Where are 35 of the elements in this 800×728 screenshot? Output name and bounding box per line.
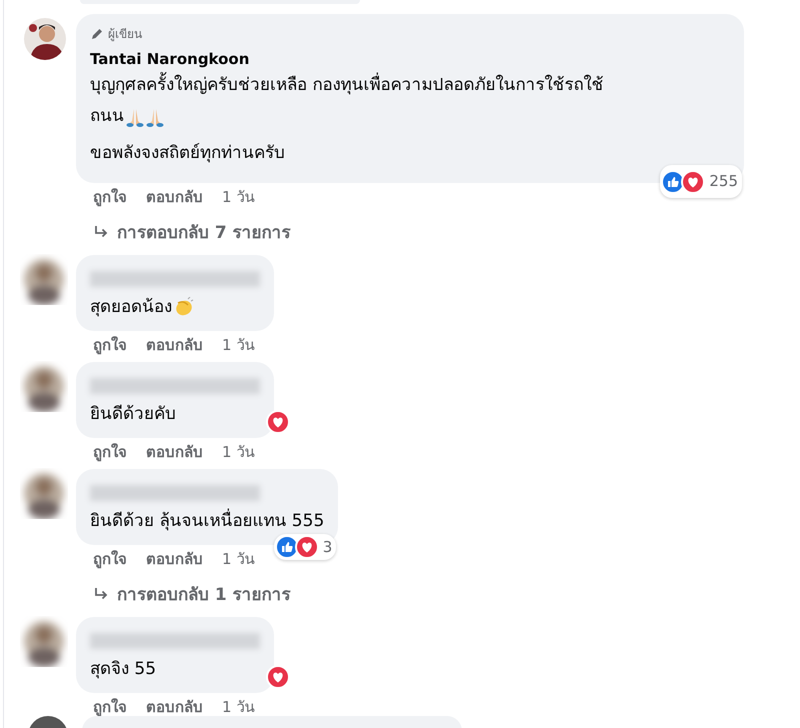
timestamp: 1 วัน xyxy=(222,442,254,463)
reaction-pill[interactable]: 3 xyxy=(274,534,336,560)
comment-text: ยินดีด้วย ลุ้นจนเหนื่อยแทน 555 xyxy=(90,509,324,533)
timestamp: 1 วัน xyxy=(222,549,254,570)
timestamp: 1 วัน xyxy=(222,187,254,208)
comment-text: ขอพลังจงสถิตย์ทุกท่านครับ xyxy=(90,142,285,165)
author-label: ผู้เขียน xyxy=(108,26,142,42)
pencil-icon xyxy=(90,27,104,41)
reply-arrow-icon xyxy=(93,224,109,238)
action-link[interactable]: ตอบกลับ xyxy=(146,548,203,570)
comment-text: สุดจิง 55 xyxy=(90,658,156,681)
reaction-count: 255 xyxy=(709,171,738,192)
reply-arrow-icon xyxy=(93,586,109,600)
timestamp: 1 วัน xyxy=(222,335,254,356)
action-link[interactable]: ตอบกลับ xyxy=(146,696,203,718)
comment-text: ยินดีด้วยคับ xyxy=(90,403,176,426)
action-link[interactable]: ตอบกลับ xyxy=(146,186,203,208)
action-link[interactable]: ถูกใจ xyxy=(93,441,127,463)
like-icon xyxy=(274,535,299,559)
reaction-pill[interactable]: 255 xyxy=(660,165,742,198)
action-link[interactable]: ถูกใจ xyxy=(93,334,127,356)
comment-text: สุดยอดน้อง xyxy=(90,296,172,319)
action-link[interactable]: ตอบกลับ xyxy=(146,441,203,463)
author-name[interactable]: Tantai Narongkoon xyxy=(90,48,250,70)
clapping-hands-icon xyxy=(174,297,194,317)
action-link[interactable]: ถูกใจ xyxy=(93,548,127,570)
action-link[interactable]: ถูกใจ xyxy=(93,186,127,208)
action-link[interactable]: ตอบกลับ xyxy=(146,334,203,356)
comment-text: บุญกุศลครั้งใหญ่ครับช่วยเหลือ กองทุนเพื่อความปลอดภัยในการใช้รถใช้ xyxy=(90,70,604,101)
timestamp: 1 วัน xyxy=(222,697,254,718)
view-replies-link[interactable]: การตอบกลับ 1 รายการ xyxy=(93,580,291,607)
action-link[interactable]: ถูกใจ xyxy=(93,696,127,718)
comment-text: ถนน xyxy=(90,105,124,128)
view-replies-link[interactable]: การตอบกลับ 7 รายการ xyxy=(93,218,291,245)
reaction-count: 3 xyxy=(322,537,332,558)
